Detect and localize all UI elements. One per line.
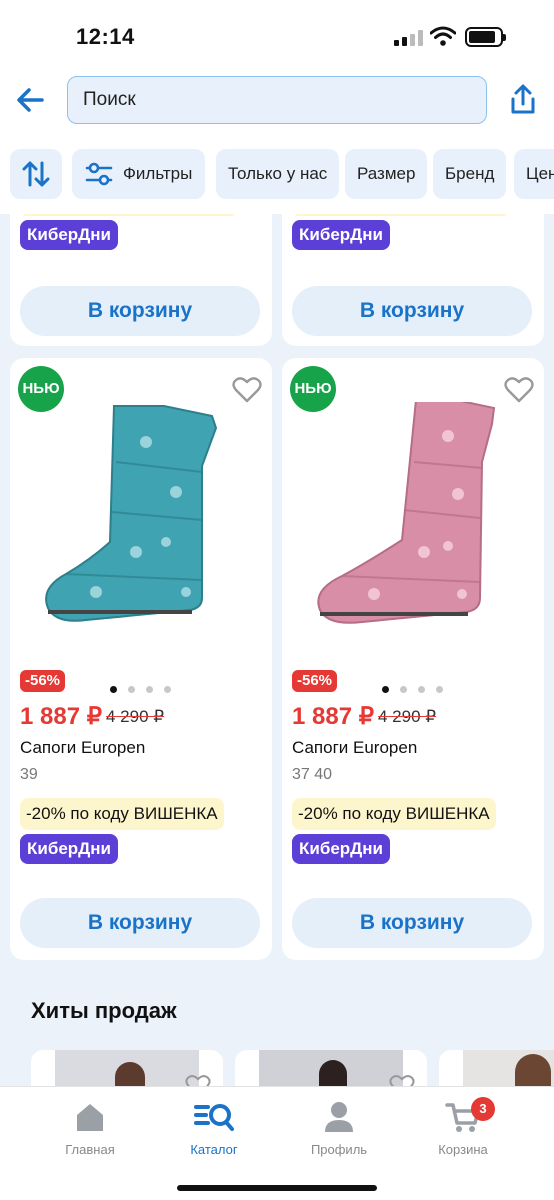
image-pager-dots: [110, 686, 180, 694]
cyberdays-badge: КиберДни: [292, 834, 390, 864]
product-card[interactable]: НЬЮ -56% 1 887 ₽ 4 290 ₽ Сапоги Europen …: [10, 358, 272, 960]
discount-badge: -56%: [292, 670, 338, 692]
tab-home[interactable]: Главная: [40, 1101, 140, 1157]
tab-label: Корзина: [438, 1142, 488, 1157]
add-to-cart-button[interactable]: В корзину: [20, 286, 260, 336]
filter-sliders-icon: [85, 162, 113, 186]
status-bar: 12:14: [0, 0, 554, 68]
wifi-icon: [430, 26, 456, 46]
product-sizes: 37 40: [292, 766, 333, 783]
filter-chip-size[interactable]: Размер: [345, 149, 428, 199]
filters-button[interactable]: Фильтры: [72, 149, 205, 199]
filter-chip-exclusive[interactable]: Только у нас: [216, 149, 340, 199]
tab-profile[interactable]: Профиль: [289, 1101, 389, 1157]
filter-chip-brand[interactable]: Бренд: [433, 149, 507, 199]
price: 1 887 ₽: [292, 703, 374, 730]
product-name: Сапоги Europen: [292, 738, 418, 757]
product-image[interactable]: [298, 402, 518, 632]
catalog-search-icon: [194, 1104, 234, 1131]
bottom-tab-bar: Главная Каталог Профиль 3 Корзина: [0, 1086, 554, 1200]
bestseller-card[interactable]: [439, 1050, 554, 1086]
heart-icon[interactable]: [232, 376, 262, 404]
signal-icon: [394, 30, 424, 46]
filter-chip-price[interactable]: Цена: [514, 149, 554, 199]
filter-bar: Фильтры Только у нас Размер Бренд Цена: [0, 136, 554, 214]
bestseller-card[interactable]: [31, 1050, 223, 1086]
share-icon[interactable]: [505, 82, 541, 118]
home-icon: [77, 1104, 103, 1131]
add-to-cart-button[interactable]: В корзину: [292, 898, 532, 948]
product-card[interactable]: КиберДни В корзину: [282, 214, 544, 346]
price: 1 887 ₽: [20, 703, 102, 730]
sort-button[interactable]: [10, 149, 62, 199]
section-title-bestsellers[interactable]: Хиты продаж: [31, 998, 177, 1024]
tab-label: Главная: [65, 1142, 115, 1157]
filters-label: Фильтры: [123, 164, 193, 183]
add-to-cart-button[interactable]: В корзину: [292, 286, 532, 336]
cyberdays-badge: КиберДни: [20, 220, 118, 250]
promo-code-badge: -20% по коду ВИШЕНКА: [20, 798, 224, 830]
product-card[interactable]: НЬЮ -56% 1 887 ₽ 4 290 ₽ Сапоги Europen …: [282, 358, 544, 960]
cyberdays-badge: КиберДни: [292, 220, 390, 250]
heart-icon[interactable]: [185, 1074, 211, 1086]
product-sizes: 39: [20, 766, 38, 783]
tab-catalog[interactable]: Каталог: [164, 1101, 264, 1157]
old-price: 4 290 ₽: [378, 707, 437, 726]
add-to-cart-button[interactable]: В корзину: [20, 898, 260, 948]
product-card[interactable]: КиберДни В корзину: [10, 214, 272, 346]
heart-icon[interactable]: [504, 376, 534, 404]
profile-icon: [325, 1102, 353, 1132]
product-name: Сапоги Europen: [20, 738, 146, 757]
product-feed: КиберДни В корзину КиберДни В корзину НЬ…: [0, 214, 554, 1086]
battery-icon: [465, 27, 506, 47]
cart-count-badge: 3: [471, 1097, 495, 1121]
home-indicator: [177, 1185, 377, 1191]
heart-icon[interactable]: [389, 1074, 415, 1086]
search-input[interactable]: Поиск: [67, 76, 487, 124]
discount-badge: -56%: [20, 670, 66, 692]
old-price: 4 290 ₽: [106, 707, 165, 726]
status-time: 12:14: [76, 24, 135, 49]
cyberdays-badge: КиберДни: [20, 834, 118, 864]
image-pager-dots: [382, 686, 452, 694]
product-image[interactable]: [26, 402, 246, 632]
tab-cart[interactable]: 3 Корзина: [413, 1097, 513, 1157]
search-header: Поиск: [0, 68, 554, 136]
bestseller-card[interactable]: [235, 1050, 427, 1086]
tab-label: Каталог: [190, 1142, 238, 1157]
promo-code-badge: -20% по коду ВИШЕНКА: [292, 798, 496, 830]
back-arrow-icon[interactable]: [12, 82, 48, 118]
tab-label: Профиль: [310, 1142, 368, 1157]
sort-icon: [22, 161, 50, 187]
